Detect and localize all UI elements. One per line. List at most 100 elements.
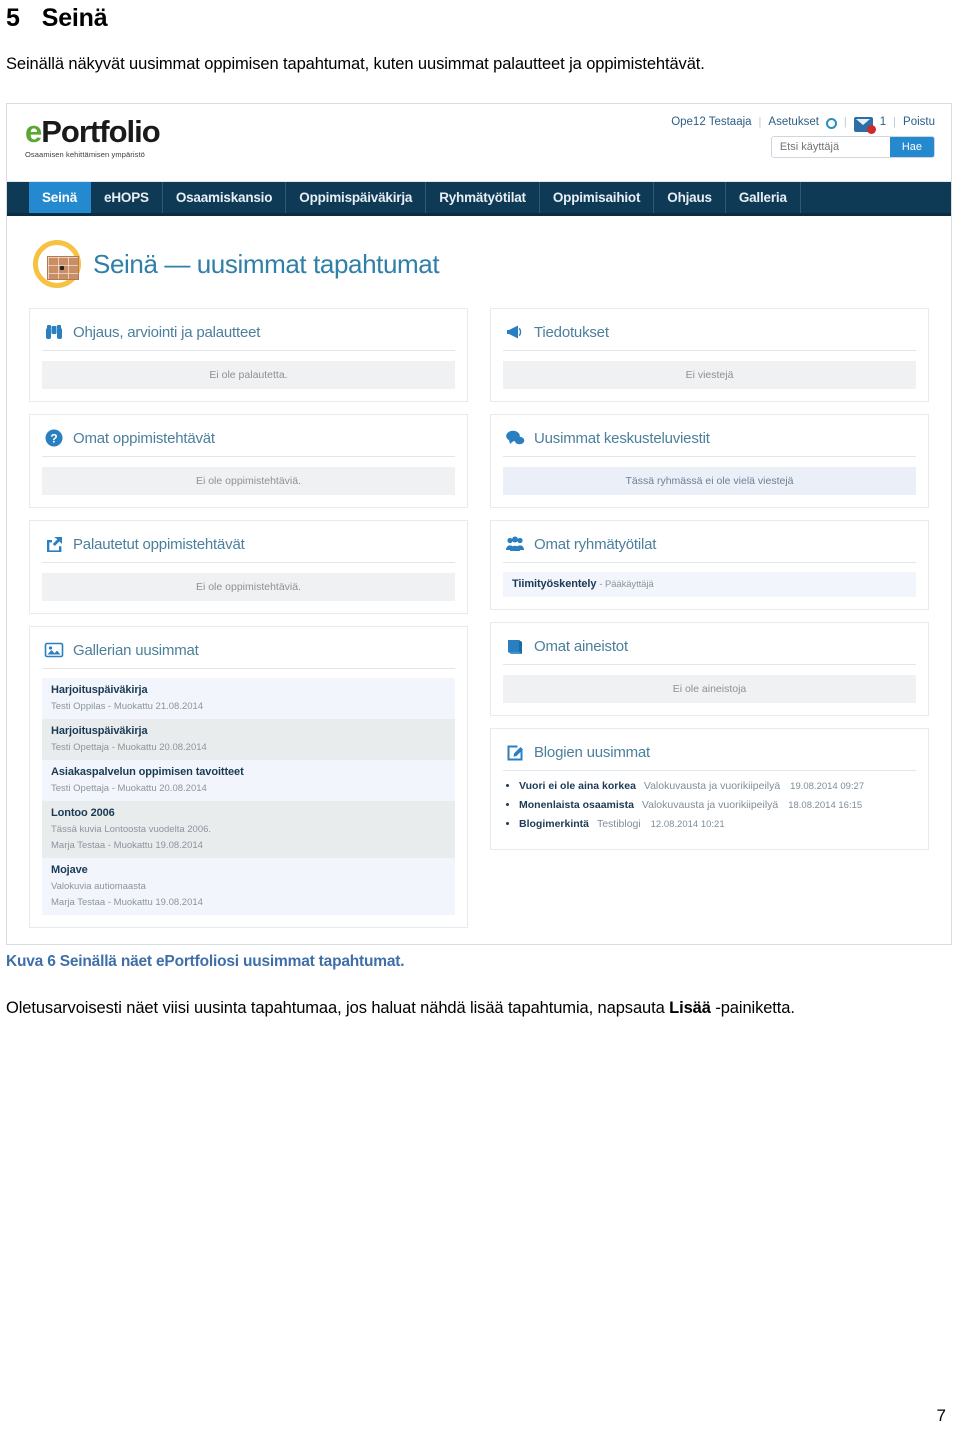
blog-date: 19.08.2014 09:27: [790, 781, 865, 793]
list-item[interactable]: Vuori ei ole aina korkea Valokuvausta ja…: [519, 780, 916, 792]
card-feedback: Ohjaus, arviointi ja palautteet Ei ole p…: [29, 308, 468, 403]
body-text-bold: Lisää: [669, 999, 711, 1018]
people-icon: [505, 534, 525, 554]
settings-link[interactable]: Asetukset: [768, 116, 819, 128]
item-title: Mojave: [51, 864, 88, 877]
speech-bubbles-icon: [505, 428, 525, 448]
item-description: Tässä kuvia Lontoosta vuodelta 2006.: [51, 824, 212, 836]
card-returned-tasks: Palautetut oppimistehtävät Ei ole oppimi…: [29, 520, 468, 615]
section-title: Seinä: [41, 4, 108, 32]
card-title: Uusimmat keskusteluviestit: [534, 429, 710, 447]
nav-filler: [801, 182, 951, 213]
embedded-screenshot: ePortfolio Osaamisen kehittämisen ympäri…: [6, 103, 952, 946]
card-title: Gallerian uusimmat: [73, 641, 199, 659]
blog-list: Vuori ei ole aina korkea Valokuvausta ja…: [503, 780, 916, 830]
page-number: 7: [936, 1406, 946, 1425]
logout-link[interactable]: Poistu: [903, 116, 935, 128]
item-description: Valokuvia autiomaasta: [51, 881, 146, 893]
groups-list: Tiimityöskentely - Pääkäyttäjä: [503, 572, 916, 598]
card-announcements: Tiedotukset Ei viestejä: [490, 308, 929, 403]
divider: |: [758, 115, 762, 128]
card-discussions: Uusimmat keskusteluviestit Tässä ryhmäss…: [490, 414, 929, 509]
megaphone-icon: [505, 322, 525, 342]
content-title: Seinä — uusimmat tapahtumat: [93, 248, 440, 279]
body-text-before: Oletusarvoisesti näet viisi uusinta tapa…: [6, 999, 670, 1018]
share-out-icon: [44, 534, 64, 554]
gear-icon[interactable]: [825, 118, 837, 130]
message-count: 1: [879, 115, 887, 128]
blog-source: Valokuvausta ja vuorikiipeilyä: [643, 780, 781, 793]
empty-state: Ei ole oppimistehtäviä.: [42, 573, 455, 602]
binoculars-icon: [44, 322, 64, 342]
item-meta: Marja Testaa - Muokattu 19.08.2014: [51, 897, 203, 909]
card-blogs: Blogien uusimmat Vuori ei ole aina korke…: [490, 728, 929, 851]
list-item[interactable]: Blogimerkintä Testiblogi 12.08.2014 10:2…: [519, 818, 916, 830]
list-item[interactable]: Harjoituspäiväkirja Testi Oppilas - Muok…: [42, 678, 455, 720]
dashboard-columns: Ohjaus, arviointi ja palautteet Ei ole p…: [23, 308, 935, 929]
list-item[interactable]: Harjoituspäiväkirja Testi Opettaja - Muo…: [42, 719, 455, 761]
logo-rest: Portfolio: [41, 114, 160, 150]
list-item[interactable]: Lontoo 2006 Tässä kuvia Lontoosta vuodel…: [42, 801, 455, 859]
book-icon: [505, 636, 525, 656]
body-paragraph: Oletusarvoisesti näet viisi uusinta tapa…: [6, 997, 954, 1021]
card-title: Blogien uusimmat: [534, 743, 651, 761]
question-circle-icon: ?: [44, 428, 64, 448]
empty-state: Ei ole oppimistehtäviä.: [42, 467, 455, 496]
nav-item-oppimisaihiot[interactable]: Oppimisaihiot: [540, 182, 655, 214]
svg-text:?: ?: [50, 432, 57, 446]
item-meta: Testi Opettaja - Muokattu 20.08.2014: [51, 742, 207, 754]
nav-item-ryhmatyotilat[interactable]: Ryhmätyötilat: [426, 182, 540, 214]
app-logo: ePortfolio Osaamisen kehittämisen ympäri…: [25, 114, 161, 159]
divider: |: [843, 115, 847, 128]
item-meta: Marja Testaa - Muokattu 19.08.2014: [51, 840, 203, 852]
section-number: 5: [6, 4, 20, 32]
item-title: Lontoo 2006: [51, 807, 115, 820]
nav-item-osaamiskansio[interactable]: Osaamiskansio: [163, 182, 287, 214]
content-title-row: Seinä — uusimmat tapahtumat: [23, 234, 935, 308]
logo-text: ePortfolio: [25, 114, 161, 150]
list-item[interactable]: Mojave Valokuvia autiomaasta Marja Testa…: [42, 858, 455, 916]
right-column: Tiedotukset Ei viestejä Uusimmat keskust…: [490, 308, 929, 928]
nav-item-ehops[interactable]: eHOPS: [91, 182, 163, 214]
group-name: Tiimityöskentely: [512, 578, 597, 591]
nav-item-galleria[interactable]: Galleria: [726, 182, 801, 214]
item-title: Harjoituspäiväkirja: [51, 684, 148, 697]
nav-item-seina[interactable]: Seinä: [29, 182, 92, 214]
item-title: Harjoituspäiväkirja: [51, 725, 148, 738]
blog-title: Vuori ei ole aina korkea: [519, 780, 636, 793]
nav-item-ohjaus[interactable]: Ohjaus: [654, 182, 726, 214]
card-title: Omat oppimistehtävät: [73, 429, 215, 447]
card-title: Palautetut oppimistehtävät: [73, 535, 245, 553]
blog-source: Testiblogi: [596, 818, 641, 831]
mail-icon[interactable]: [853, 117, 876, 135]
empty-state: Ei ole aineistoja: [503, 675, 916, 704]
item-meta: Testi Opettaja - Muokattu 20.08.2014: [51, 783, 207, 795]
list-item[interactable]: Monenlaista osaamista Valokuvausta ja vu…: [519, 799, 916, 811]
card-title: Tiedotukset: [534, 323, 609, 341]
wall-icon: [33, 240, 81, 289]
item-meta: Testi Oppilas - Muokattu 21.08.2014: [51, 701, 204, 713]
logo-first-letter: e: [25, 114, 42, 150]
app-content: Seinä — uusimmat tapahtumat Ohjaus, arvi…: [7, 216, 951, 941]
empty-state: Ei ole palautetta.: [42, 361, 455, 390]
item-title: Asiakaspalvelun oppimisen tavoitteet: [51, 766, 244, 779]
nav-item-oppimispaivakirja[interactable]: Oppimispäiväkirja: [286, 182, 427, 214]
divider: |: [893, 115, 897, 128]
blog-date: 12.08.2014 10:21: [650, 819, 725, 831]
blog-source: Valokuvausta ja vuorikiipeilyä: [641, 799, 779, 812]
blog-title: Monenlaista osaamista: [519, 799, 634, 812]
search-button[interactable]: Hae: [889, 137, 934, 158]
blog-date: 18.08.2014 16:15: [788, 800, 863, 812]
app-header: ePortfolio Osaamisen kehittämisen ympäri…: [7, 104, 951, 183]
list-item[interactable]: Asiakaspalvelun oppimisen tavoitteet Tes…: [42, 760, 455, 802]
group-role: - Pääkäyttäjä: [599, 579, 654, 591]
card-title: Omat aineistot: [534, 637, 628, 655]
card-my-tasks: ? Omat oppimistehtävät Ei ole oppimisteh…: [29, 414, 468, 509]
user-name-link[interactable]: Ope12 Testaaja: [671, 116, 751, 128]
user-search: Hae: [770, 136, 935, 159]
list-item[interactable]: Tiimityöskentely - Pääkäyttäjä: [503, 572, 916, 598]
card-materials: Omat aineistot Ei ole aineistoja: [490, 622, 929, 717]
blog-title: Blogimerkintä: [519, 818, 590, 831]
search-input[interactable]: [771, 137, 890, 158]
main-navigation: Seinä eHOPS Osaamiskansio Oppimispäiväki…: [7, 182, 951, 217]
